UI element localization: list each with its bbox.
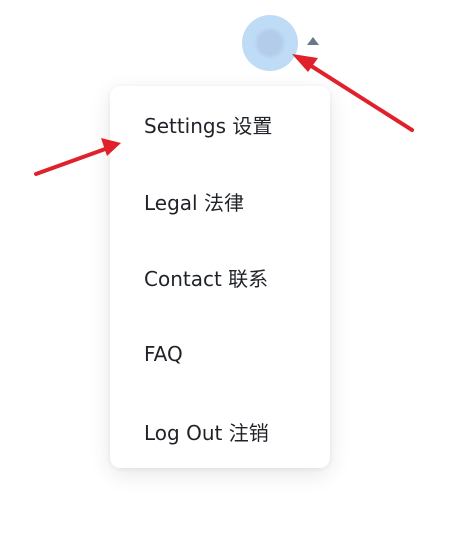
avatar-button[interactable] [242, 15, 298, 71]
user-dropdown-menu: Settings 设置 Legal 法律 Contact 联系 FAQ Log … [110, 86, 330, 468]
menu-item-faq[interactable]: FAQ [144, 334, 183, 374]
arrow-to-settings [34, 138, 121, 176]
avatar-image [256, 29, 284, 57]
menu-item-contact[interactable]: Contact 联系 [144, 257, 268, 297]
menu-item-logout[interactable]: Log Out 注销 [144, 411, 269, 451]
caret-up-icon[interactable] [307, 37, 319, 45]
menu-item-settings[interactable]: Settings 设置 [144, 104, 272, 144]
page: Settings 设置 Legal 法律 Contact 联系 FAQ Log … [0, 0, 450, 534]
menu-item-legal[interactable]: Legal 法律 [144, 181, 244, 221]
